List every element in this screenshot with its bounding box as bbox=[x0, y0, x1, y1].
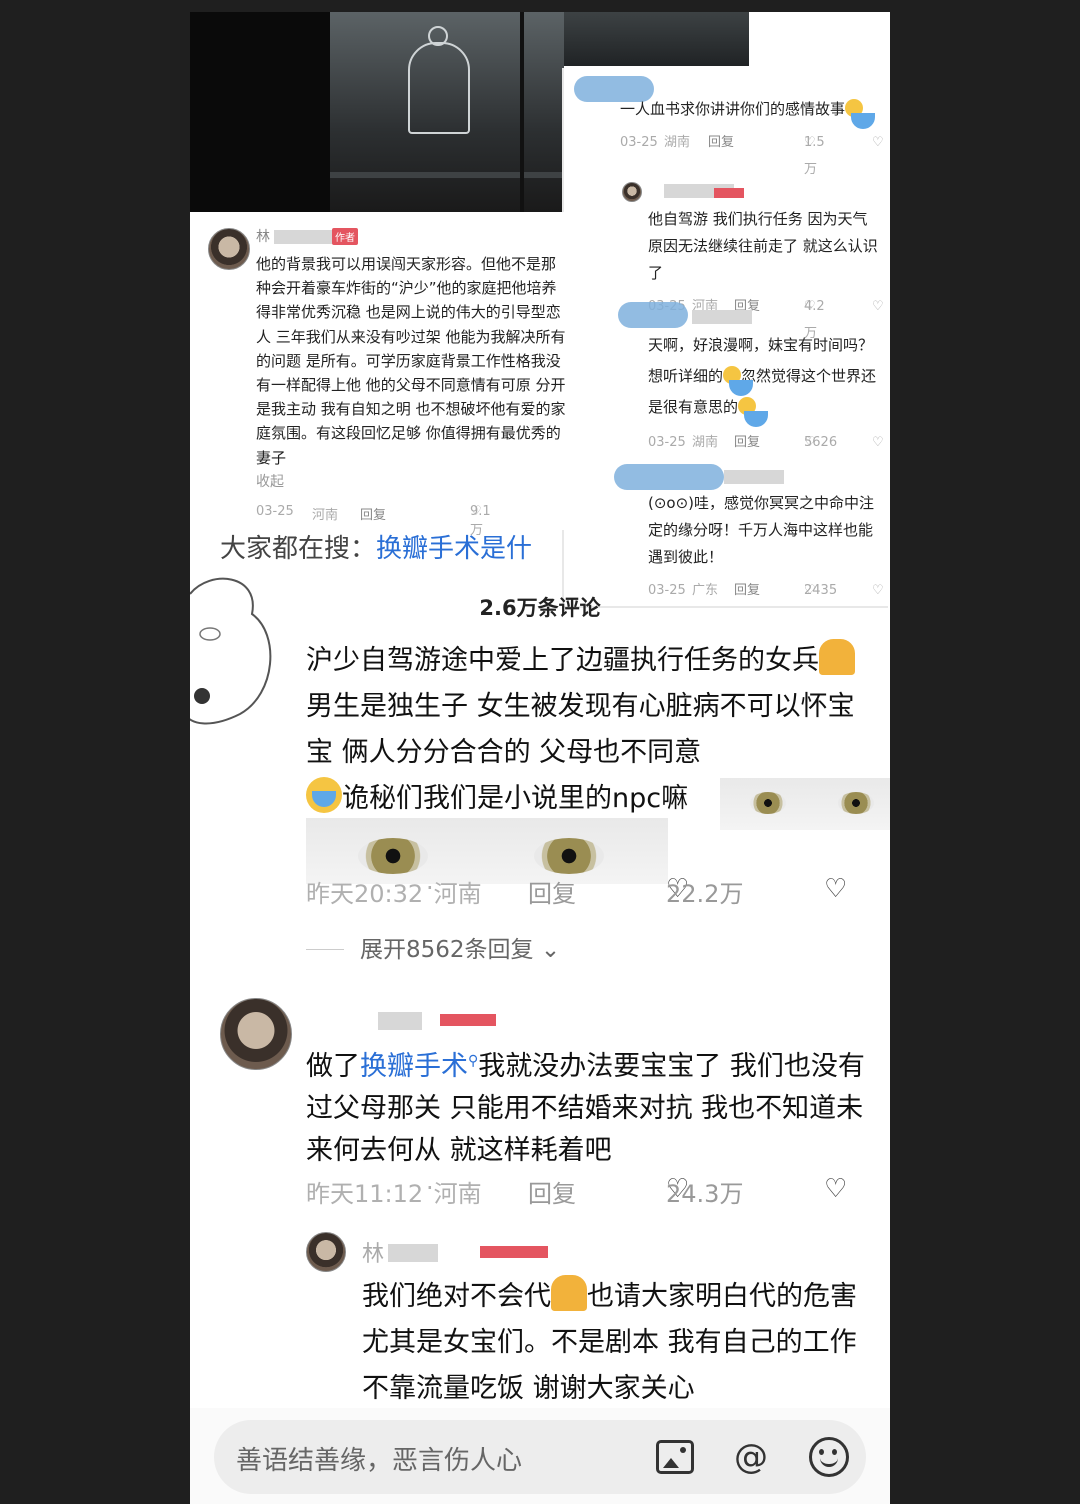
dislike-icon[interactable]: ♡ bbox=[824, 874, 847, 904]
left-comment-screenshot: 林 作者 他的背景我可以用误闯天家形容。但他不是那种会开着豪车炸街的“沪少”他的… bbox=[190, 212, 566, 538]
comment-text: (⊙o⊙)哇，感觉你冥冥之中命中注定的缘分呀！千万人海中这样也能遇到彼此！ bbox=[648, 494, 875, 566]
avatar[interactable] bbox=[622, 182, 642, 202]
inset-comment-list: 一人血书求你讲讲你们的感情故事 03-25 湖南 回复 ♡ 1.5万 ♡ 他自驾游… bbox=[564, 66, 890, 606]
comment-date: 03-25 bbox=[620, 135, 658, 150]
search-link[interactable]: 换瓣手术 bbox=[360, 1051, 468, 1082]
photo-top-right bbox=[564, 12, 749, 66]
redacted-username bbox=[378, 1012, 422, 1030]
inset-comment-1: 一人血书求你讲讲你们的感情故事 03-25 湖南 回复 ♡ 1.5万 ♡ bbox=[564, 96, 890, 177]
comment-text-cont: 男生是独生子 女生被发现有心脏病不可以怀宝宝 俩人分分合合的 父母也不同意 bbox=[306, 691, 855, 768]
window-frame bbox=[520, 12, 569, 212]
comment-region: 湖南 bbox=[692, 435, 719, 450]
comment-region: · 河南 bbox=[426, 874, 482, 908]
trending-label: 大家都在搜： bbox=[220, 534, 377, 564]
comment-text-end: 诡秘们我们是小说里的npc嘛 bbox=[342, 783, 689, 814]
comment-input[interactable]: 善语结善缘，恶言伤人心 @ bbox=[214, 1420, 866, 1494]
redacted-avatar bbox=[618, 302, 688, 328]
reply-button[interactable]: 回复 bbox=[528, 874, 576, 909]
collapse-link[interactable]: 收起 bbox=[256, 470, 566, 494]
screenshot-collage: 一人血书求你讲讲你们的感情故事 03-25 湖南 回复 ♡ 1.5万 ♡ 他自驾游… bbox=[190, 12, 890, 1504]
redacted-badge bbox=[480, 1246, 548, 1258]
mention-button[interactable]: @ bbox=[730, 1436, 772, 1478]
inset-comment-4: (⊙o⊙)哇，感觉你冥冥之中命中注定的缘分呀！千万人海中这样也能遇到彼此！ 03… bbox=[564, 490, 890, 601]
comment-date: 03-25 bbox=[648, 435, 686, 450]
comment-text: 他的背景我可以用误闯天家形容。但他不是那种会开着豪车炸街的“沪少”他的家庭把他培… bbox=[256, 255, 566, 467]
pray-emoji-icon bbox=[551, 1275, 587, 1311]
comment-text: 他自驾游 我们执行任务 因为天气原因无法继续往前走了 就这么认识了 bbox=[648, 210, 878, 282]
photo-header bbox=[190, 12, 565, 212]
comment-text: 做了 bbox=[306, 1051, 360, 1082]
redacted-username bbox=[274, 230, 334, 244]
author-badge: 作者 bbox=[332, 228, 358, 245]
comment-region: · 河南 bbox=[426, 1174, 482, 1208]
comment-time: 昨天20:32 bbox=[306, 880, 424, 908]
redacted-username bbox=[724, 470, 784, 484]
avatar[interactable] bbox=[220, 998, 292, 1070]
input-placeholder: 善语结善缘，恶言伤人心 bbox=[236, 1446, 523, 1476]
redacted-badge bbox=[440, 1014, 496, 1026]
like-count: 1.5万 bbox=[804, 135, 825, 177]
dislike-icon[interactable]: ♡ bbox=[872, 293, 884, 320]
username-initial: 林 bbox=[362, 1242, 385, 1267]
expand-label: 展开8562条回复 bbox=[360, 937, 534, 963]
trending-query[interactable]: 换瓣手术是什 bbox=[376, 534, 532, 564]
emoji-button[interactable] bbox=[808, 1436, 850, 1478]
redacted-badge bbox=[714, 188, 744, 198]
like-count: 22.2万 bbox=[666, 880, 744, 908]
dislike-icon[interactable]: ♡ bbox=[872, 129, 884, 156]
reply-comment-meta: 昨天11:12 · 河南 回复 ♡ 24.3万 ♡ bbox=[306, 1174, 866, 1209]
divider bbox=[306, 949, 344, 950]
main-comment-meta: 昨天20:32 · 河南 回复 ♡ 22.2万 ♡ bbox=[306, 874, 866, 909]
expand-replies-button[interactable]: 展开8562条回复 ⌄ bbox=[306, 930, 560, 964]
cat-eyes-sticker bbox=[720, 778, 890, 830]
redacted-avatar bbox=[614, 464, 724, 490]
comment-input-area: 善语结善缘，恶言伤人心 @ bbox=[190, 1408, 890, 1504]
dislike-icon[interactable]: ♡ bbox=[872, 429, 884, 456]
reply-button[interactable]: 回复 bbox=[360, 504, 386, 523]
cat-eye-icon bbox=[534, 838, 604, 874]
comment-text: 我们绝对不会代 bbox=[362, 1281, 551, 1312]
comment-text: 沪少自驾游途中爱上了边疆执行任务的女兵 bbox=[306, 645, 819, 676]
trending-search[interactable]: 大家都在搜：换瓣手术是什 bbox=[220, 528, 532, 565]
smile-icon bbox=[809, 1437, 849, 1477]
redacted-username bbox=[692, 310, 752, 324]
at-icon: @ bbox=[734, 1437, 768, 1477]
comment-date: 03-25 bbox=[256, 504, 294, 519]
image-icon bbox=[656, 1440, 694, 1474]
chevron-down-icon: ⌄ bbox=[540, 937, 561, 963]
inset-comment-3: 天啊，好浪漫啊，妹宝有时间吗？想听详细的 忽然觉得这个世界还是很有意思的 03-2… bbox=[564, 330, 890, 453]
like-count: 24.3万 bbox=[666, 1180, 744, 1208]
inset-comment-2: 他自驾游 我们执行任务 因为天气原因无法继续往前走了 就这么认识了 03-25 … bbox=[564, 206, 890, 341]
dislike-icon[interactable]: ♡ bbox=[824, 1174, 847, 1204]
comment-region: 湖南 bbox=[664, 135, 691, 150]
birdcage-image bbox=[408, 42, 470, 134]
username-initial: 林 bbox=[256, 229, 270, 245]
image-button[interactable] bbox=[654, 1436, 696, 1478]
avatar[interactable] bbox=[208, 228, 250, 270]
reply-button[interactable]: 回复 bbox=[734, 429, 760, 456]
cat-eye-icon bbox=[750, 792, 786, 814]
crying-emoji-icon bbox=[306, 777, 342, 813]
comment-region: 河南 bbox=[312, 508, 339, 523]
nested-reply-text: 我们绝对不会代 也请大家明白代的危害 尤其是女宝们。不是剧本 我有自己的工作 不靠… bbox=[362, 1274, 862, 1412]
cat-eye-icon bbox=[838, 792, 874, 814]
reply-button[interactable]: 回复 bbox=[528, 1174, 576, 1209]
crying-emoji-icon bbox=[738, 397, 769, 427]
pleading-emoji-icon bbox=[819, 639, 855, 675]
comments-count: 2.6万条评论 bbox=[479, 596, 601, 620]
search-mini-icon[interactable]: ⚲ bbox=[468, 1053, 478, 1069]
crying-emoji-icon bbox=[845, 99, 876, 129]
crying-emoji-icon bbox=[723, 366, 754, 396]
comment-text: 一人血书求你讲讲你们的感情故事 bbox=[620, 100, 846, 118]
cat-eye-icon bbox=[358, 838, 428, 874]
reply-button[interactable]: 回复 bbox=[708, 129, 734, 156]
avatar[interactable] bbox=[306, 1232, 346, 1272]
redacted-username bbox=[388, 1244, 438, 1262]
like-count: 5626 bbox=[804, 435, 838, 450]
comment-time: 昨天11:12 bbox=[306, 1180, 424, 1208]
reply-comment-text: 做了换瓣手术⚲我就没办法要宝宝了 我们也没有过父母那关 只能用不结婚来对抗 我也… bbox=[306, 1040, 876, 1172]
